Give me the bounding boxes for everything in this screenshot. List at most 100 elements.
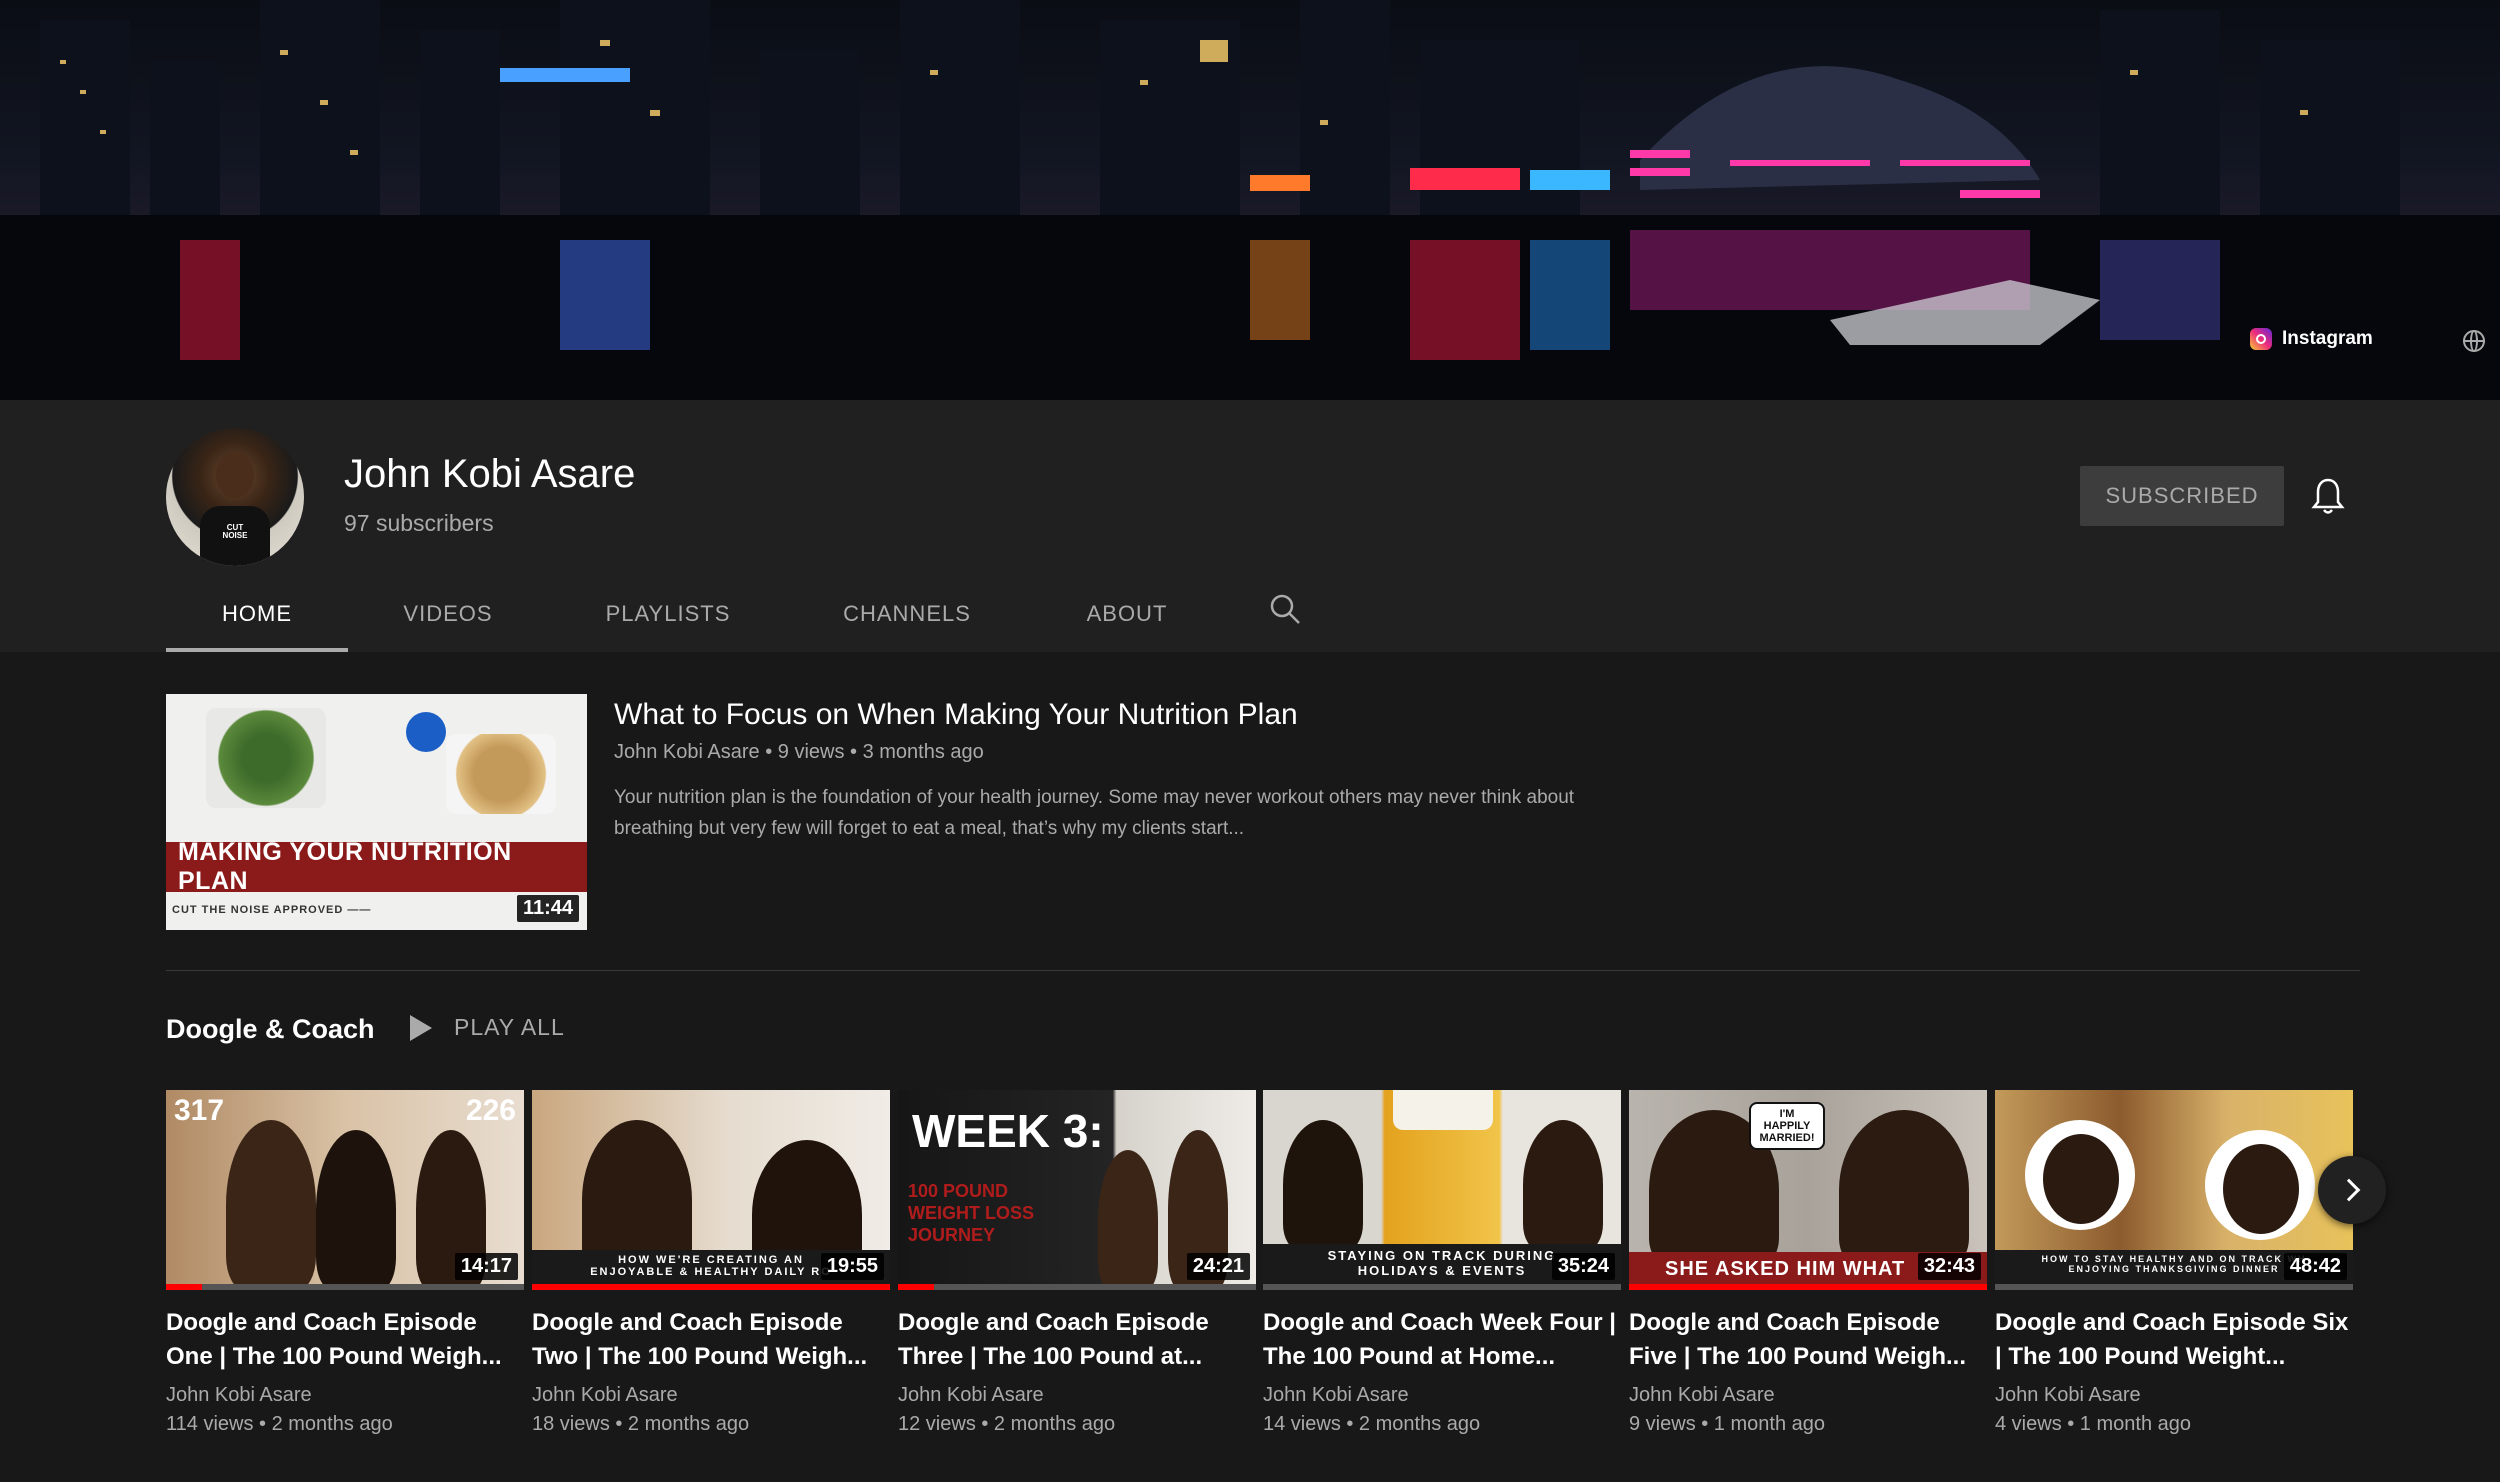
thumb-image xyxy=(1098,1150,1158,1290)
video-meta: 18 views • 2 months ago xyxy=(532,1413,750,1435)
duration-badge: 48:42 xyxy=(2283,1253,2347,1280)
thumb-image xyxy=(2223,1144,2299,1234)
video-meta: 12 views • 2 months ago xyxy=(898,1413,1116,1435)
thumb-image xyxy=(2025,1120,2135,1230)
thumb-text: ENJOYABLE & HEALTHY DAILY RO xyxy=(590,1266,832,1278)
featured-video-description: Your nutrition plan is the foundation of… xyxy=(614,787,1575,839)
video-card[interactable]: HOW WE'RE CREATING AN ENJOYABLE & HEALTH… xyxy=(532,1090,890,1436)
thumb-image xyxy=(226,1120,316,1290)
video-title[interactable]: Doogle and Coach Week Four | The 100 Pou… xyxy=(1263,1306,1621,1374)
video-card[interactable]: 317 226 14:17 Doogle and Coach Episode O… xyxy=(166,1090,524,1436)
avatar-logo: CUT NOISE xyxy=(222,523,248,540)
thumb-image xyxy=(2043,1134,2119,1224)
video-channel[interactable]: John Kobi Asare xyxy=(1629,1384,1987,1407)
watch-progress-track xyxy=(898,1284,1256,1290)
video-title[interactable]: Doogle and Coach Episode Six | The 100 P… xyxy=(1995,1306,2353,1374)
thumb-image xyxy=(206,708,326,808)
thumb-text: ENJOYING THANKSGIVING DINNER xyxy=(2068,1264,2280,1274)
thumb-text: 226 xyxy=(465,1094,516,1127)
thumb-tagline: CUT THE NOISE APPROVED —— xyxy=(172,904,372,916)
instagram-label: Instagram xyxy=(2282,328,2373,349)
watch-progress xyxy=(1629,1284,1987,1290)
duration-badge: 35:24 xyxy=(1551,1253,1615,1280)
channel-tabs: HOME VIDEOS PLAYLISTS CHANNELS ABOUT xyxy=(166,576,1228,652)
duration-badge: 14:17 xyxy=(454,1253,518,1280)
video-meta: 14 views • 2 months ago xyxy=(1263,1413,1481,1435)
tab-about[interactable]: ABOUT xyxy=(1026,576,1228,652)
section-divider xyxy=(166,970,2360,971)
thumb-image xyxy=(2205,1130,2315,1240)
thumb-text: HOW TO STAY HEALTHY AND ON TRACK WH xyxy=(2041,1254,2307,1264)
watch-progress-track xyxy=(1995,1284,2353,1290)
thumb-text: WEEK 3: xyxy=(912,1105,1104,1157)
duration-badge: 32:43 xyxy=(1917,1253,1981,1280)
thumb-image xyxy=(1523,1120,1603,1250)
channel-banner: Instagram xyxy=(0,0,2500,400)
thumb-title-text: MAKING YOUR NUTRITION PLAN xyxy=(166,838,587,895)
video-meta: 9 views • 1 month ago xyxy=(1629,1413,1825,1435)
duration-badge: 19:55 xyxy=(820,1253,884,1280)
video-thumbnail[interactable]: 317 226 14:17 xyxy=(166,1090,524,1290)
thumb-image xyxy=(1283,1120,1363,1250)
video-thumbnail[interactable]: WEEK 3: 100 POUND WEIGHT LOSS JOURNEY 24… xyxy=(898,1090,1256,1290)
thumb-speech-bubble: I'M HAPPILY MARRIED! xyxy=(1749,1102,1825,1150)
video-title[interactable]: Doogle and Coach Episode One | The 100 P… xyxy=(166,1306,524,1374)
channel-name: John Kobi Asare xyxy=(344,452,636,496)
play-all-button[interactable]: PLAY ALL xyxy=(410,1014,565,1041)
video-meta: 114 views • 2 months ago xyxy=(166,1413,393,1435)
video-meta: 4 views • 1 month ago xyxy=(1995,1413,2191,1435)
watch-progress xyxy=(532,1284,890,1290)
tab-videos[interactable]: VIDEOS xyxy=(348,576,548,652)
video-thumbnail[interactable]: STAYING ON TRACK DURING HOLIDAYS & EVENT… xyxy=(1263,1090,1621,1290)
thumb-image xyxy=(446,734,556,814)
channel-page: Instagram CUT NOISE John Kobi Asare 97 s… xyxy=(0,0,2500,1482)
bell-icon[interactable] xyxy=(2310,476,2346,516)
thumb-image xyxy=(1839,1110,1969,1270)
video-thumbnail[interactable]: HOW WE'RE CREATING AN ENJOYABLE & HEALTH… xyxy=(532,1090,890,1290)
thumb-text: HOLIDAYS & EVENTS xyxy=(1357,1263,1527,1278)
featured-video-meta: John Kobi Asare • 9 views • 3 months ago xyxy=(614,741,984,763)
banner-cityscape xyxy=(0,0,2500,400)
video-card[interactable]: STAYING ON TRACK DURING HOLIDAYS & EVENT… xyxy=(1263,1090,1621,1436)
duration-badge: 11:44 xyxy=(516,895,579,922)
video-card[interactable]: WEEK 3: 100 POUND WEIGHT LOSS JOURNEY 24… xyxy=(898,1090,1256,1436)
thumb-image xyxy=(406,712,446,752)
thumb-image xyxy=(1393,1090,1493,1130)
video-card[interactable]: I'M HAPPILY MARRIED! SHE ASKED HIM WHAT … xyxy=(1629,1090,1987,1436)
instagram-icon xyxy=(2250,328,2272,350)
play-all-label: PLAY ALL xyxy=(454,1014,565,1040)
video-title[interactable]: Doogle and Coach Episode Three | The 100… xyxy=(898,1306,1256,1374)
search-icon[interactable] xyxy=(1268,592,1302,626)
subscriber-count: 97 subscribers xyxy=(344,510,494,536)
duration-badge: 24:21 xyxy=(1186,1253,1250,1280)
avatar-head xyxy=(216,452,254,498)
channel-header: CUT NOISE John Kobi Asare 97 subscribers… xyxy=(0,400,2500,652)
video-card[interactable]: HOW TO STAY HEALTHY AND ON TRACK WH ENJO… xyxy=(1995,1090,2353,1436)
watch-progress xyxy=(166,1284,202,1290)
shelf-title[interactable]: Doogle & Coach xyxy=(166,1014,375,1045)
featured-video-thumbnail[interactable]: MAKING YOUR NUTRITION PLAN CUT THE NOISE… xyxy=(166,694,587,930)
thumb-text: 317 xyxy=(174,1094,225,1127)
subscribed-button[interactable]: SUBSCRIBED xyxy=(2080,466,2284,526)
thumb-text: HOW WE'RE CREATING AN xyxy=(618,1254,804,1266)
video-channel[interactable]: John Kobi Asare xyxy=(1263,1384,1621,1407)
thumb-text: STAYING ON TRACK DURING xyxy=(1327,1248,1557,1263)
video-thumbnail[interactable]: I'M HAPPILY MARRIED! SHE ASKED HIM WHAT … xyxy=(1629,1090,1987,1290)
instagram-link[interactable]: Instagram xyxy=(2250,328,2373,350)
video-title[interactable]: Doogle and Coach Episode Two | The 100 P… xyxy=(532,1306,890,1374)
video-channel[interactable]: John Kobi Asare xyxy=(532,1384,890,1407)
video-channel[interactable]: John Kobi Asare xyxy=(166,1384,524,1407)
watch-progress xyxy=(898,1284,934,1290)
shelf-next-button[interactable] xyxy=(2318,1156,2386,1224)
video-channel[interactable]: John Kobi Asare xyxy=(1995,1384,2353,1407)
tab-playlists[interactable]: PLAYLISTS xyxy=(548,576,788,652)
thumb-text: 100 POUND WEIGHT LOSS JOURNEY xyxy=(908,1181,1034,1245)
tab-home[interactable]: HOME xyxy=(166,576,348,652)
globe-icon[interactable] xyxy=(2463,330,2485,352)
featured-video-title[interactable]: What to Focus on When Making Your Nutrit… xyxy=(614,698,1298,732)
tab-channels[interactable]: CHANNELS xyxy=(788,576,1026,652)
avatar[interactable]: CUT NOISE xyxy=(166,428,304,566)
video-thumbnail[interactable]: HOW TO STAY HEALTHY AND ON TRACK WH ENJO… xyxy=(1995,1090,2353,1290)
video-title[interactable]: Doogle and Coach Episode Five | The 100 … xyxy=(1629,1306,1987,1374)
video-channel[interactable]: John Kobi Asare xyxy=(898,1384,1256,1407)
